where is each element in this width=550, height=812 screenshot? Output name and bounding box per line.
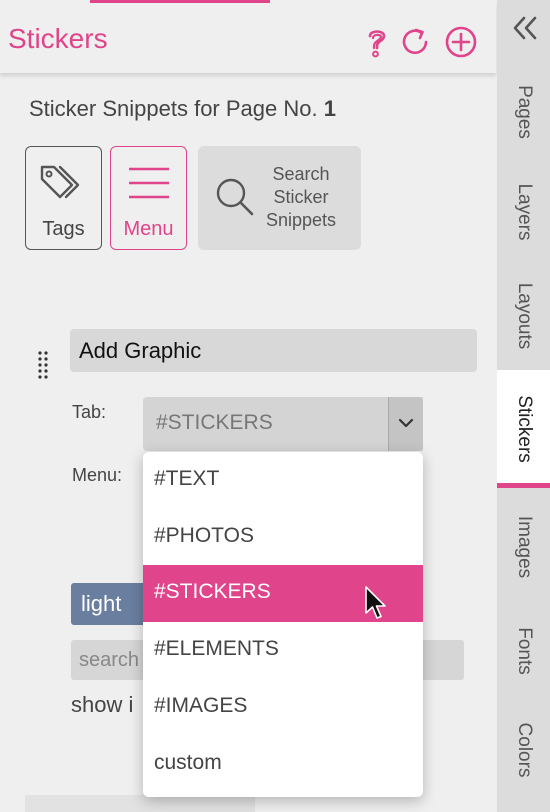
tags-icon xyxy=(40,165,80,199)
tab-pages[interactable]: Pages xyxy=(497,62,550,162)
tab-images[interactable]: Images xyxy=(497,488,550,606)
panel-title: Stickers xyxy=(8,23,108,54)
tab-fonts[interactable]: Fonts xyxy=(497,606,550,696)
tab-pages-label: Pages xyxy=(513,85,535,139)
dropdown-option-images[interactable]: #IMAGES xyxy=(143,679,423,736)
tab-stickers[interactable]: Stickers xyxy=(497,370,550,488)
tab-fonts-label: Fonts xyxy=(513,627,535,675)
hamburger-menu-icon xyxy=(129,167,169,199)
page-number: 1 xyxy=(323,96,336,121)
tab-colors-label: Colors xyxy=(513,722,535,778)
search-snippets-button[interactable]: Search Sticker Snippets xyxy=(198,146,361,250)
graphic-name-input[interactable]: Add Graphic xyxy=(70,329,477,372)
search-icon xyxy=(216,178,254,216)
page-subtitle: Sticker Snippets for Page No. 1 xyxy=(29,96,336,122)
menu-button-label: Menu xyxy=(123,218,174,240)
tab-dropdown-menu: #TEXT #PHOTOS #STICKERS #ELEMENTS #IMAGE… xyxy=(143,452,423,797)
dropdown-option-elements[interactable]: #ELEMENTS xyxy=(143,622,423,679)
bottom-tab-partial[interactable] xyxy=(25,795,255,812)
tab-layouts[interactable]: Layouts xyxy=(497,262,550,370)
collapse-chevrons-icon[interactable] xyxy=(510,14,540,42)
tab-layers-label: Layers xyxy=(513,183,535,241)
dropdown-option-text[interactable]: #TEXT xyxy=(143,452,423,509)
tab-stickers-label: Stickers xyxy=(513,395,535,463)
add-circle-icon[interactable] xyxy=(444,25,478,59)
mouse-cursor-icon xyxy=(365,586,386,619)
tab-layouts-label: Layouts xyxy=(513,282,535,350)
chevron-down-icon xyxy=(398,418,414,428)
tab-select[interactable]: #STICKERS xyxy=(143,397,423,451)
tab-field-label: Tab: xyxy=(72,402,107,422)
tags-button-label: Tags xyxy=(42,218,85,240)
tab-colors[interactable]: Colors xyxy=(497,696,550,804)
tab-layers[interactable]: Layers xyxy=(497,162,550,262)
dropdown-option-photos[interactable]: #PHOTOS xyxy=(143,509,423,566)
menu-field-label: Menu: xyxy=(72,465,123,485)
drag-handle-icon[interactable] xyxy=(36,350,50,380)
menu-button[interactable]: Menu xyxy=(110,146,187,250)
help-icon[interactable] xyxy=(360,25,394,59)
search-snippets-label: Search Sticker Snippets xyxy=(266,164,337,230)
refresh-icon[interactable] xyxy=(399,25,433,59)
tab-select-toggle[interactable] xyxy=(388,397,423,451)
light-tag[interactable]: light xyxy=(71,583,151,625)
show-text: show i xyxy=(71,692,134,717)
tab-images-label: Images xyxy=(513,515,535,579)
dropdown-option-custom[interactable]: custom xyxy=(143,736,423,793)
tags-button[interactable]: Tags xyxy=(25,146,102,250)
subtitle-text: Sticker Snippets for Page No. xyxy=(29,96,318,121)
panel-header: Stickers xyxy=(0,3,496,73)
